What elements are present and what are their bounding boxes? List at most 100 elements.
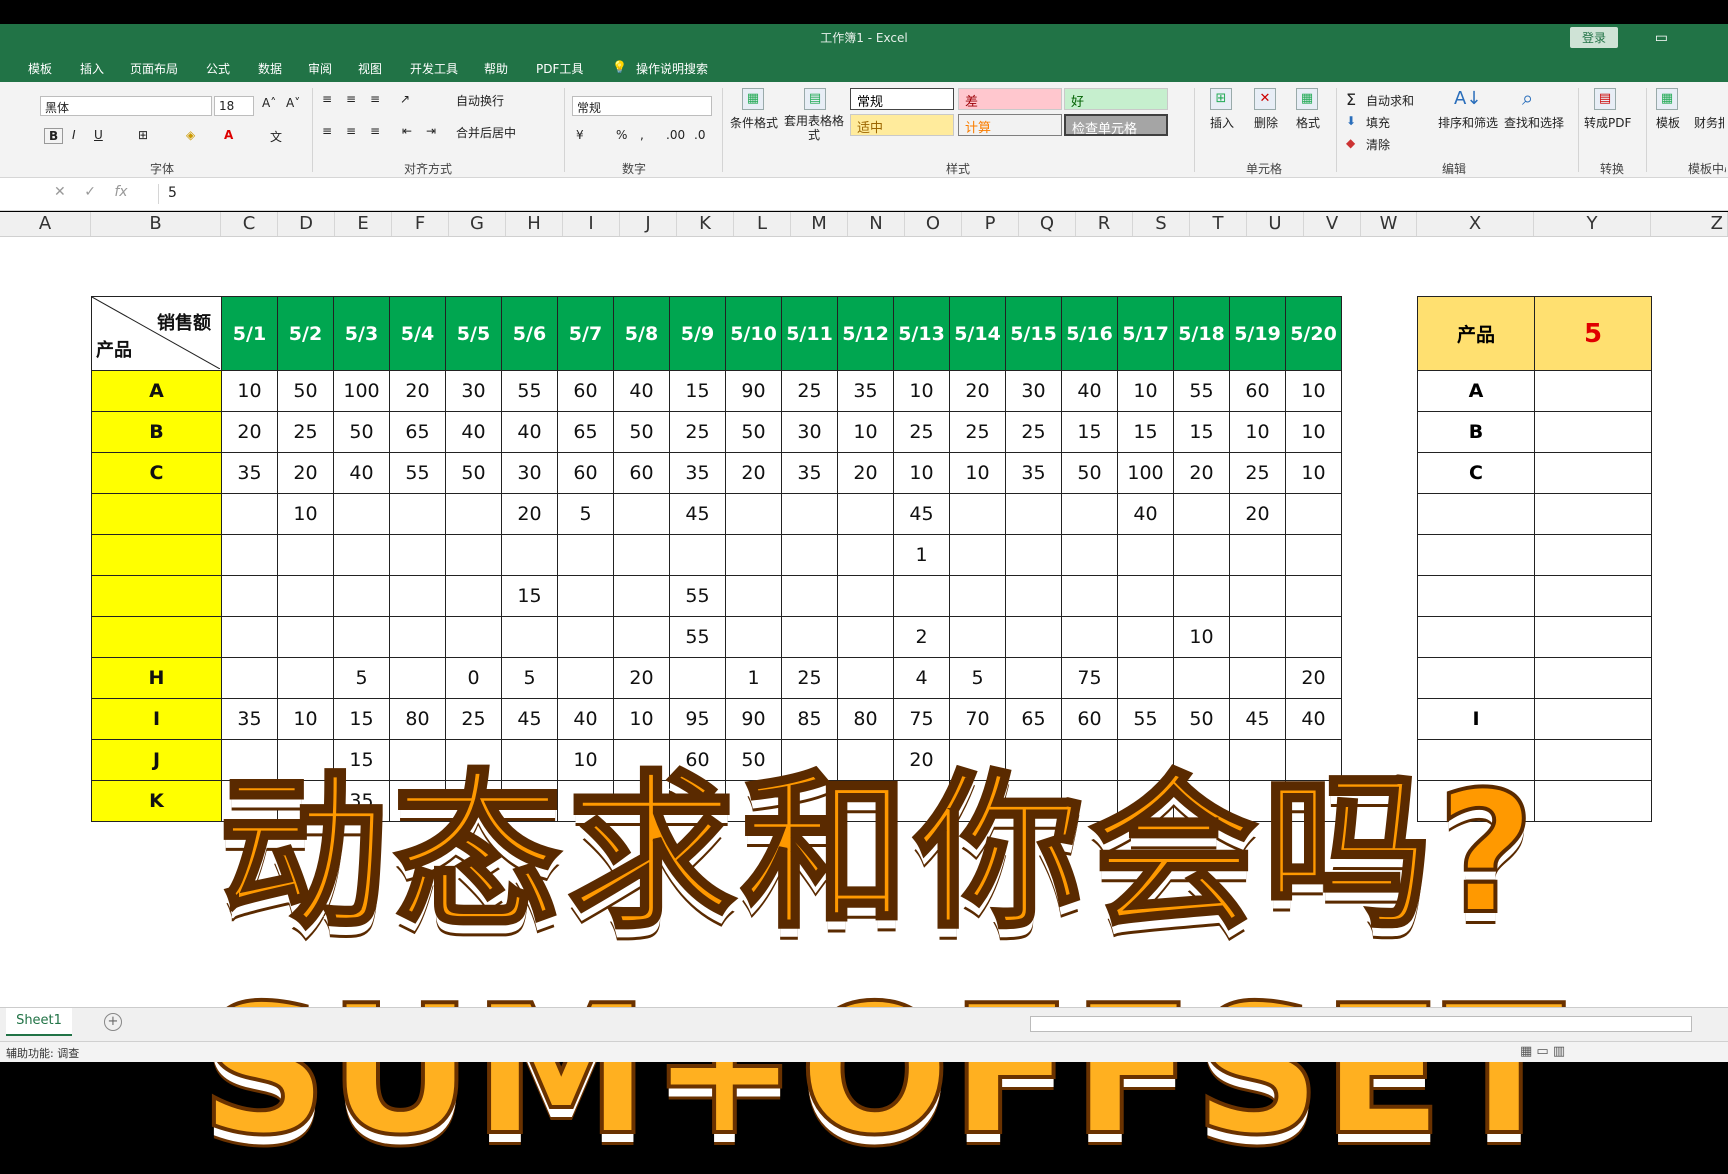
tab-data[interactable]: 数据: [258, 60, 282, 77]
sales-value-cell[interactable]: 10: [1285, 411, 1342, 453]
merge-center-button[interactable]: 合并后居中: [456, 124, 516, 141]
column-header-g[interactable]: G: [449, 212, 506, 236]
column-header-c[interactable]: C: [221, 212, 278, 236]
sales-value-cell[interactable]: [613, 493, 670, 535]
sales-value-cell[interactable]: 60: [1229, 370, 1286, 412]
lookup-product-cell[interactable]: [1417, 657, 1535, 699]
style-good[interactable]: 好: [1064, 88, 1168, 110]
lookup-result-cell[interactable]: [1534, 534, 1652, 576]
align-bottom-icon[interactable]: ≡: [370, 92, 380, 106]
lookup-result-cell[interactable]: [1534, 616, 1652, 658]
sales-value-cell[interactable]: [389, 534, 446, 576]
lookup-result-cell[interactable]: [1534, 370, 1652, 412]
tab-templates[interactable]: 模板: [28, 60, 52, 77]
tab-help[interactable]: 帮助: [484, 60, 508, 77]
sales-value-cell[interactable]: [1229, 657, 1286, 699]
product-label-cell[interactable]: [91, 534, 222, 576]
sales-value-cell[interactable]: 10: [837, 411, 894, 453]
sales-value-cell[interactable]: [333, 616, 390, 658]
sales-value-cell[interactable]: 40: [333, 452, 390, 494]
sales-value-cell[interactable]: [949, 493, 1006, 535]
insert-cells-icon[interactable]: ⊞: [1210, 88, 1232, 110]
format-cells-icon[interactable]: ▦: [1296, 88, 1318, 110]
date-header[interactable]: 5/16: [1061, 296, 1118, 371]
column-header-b[interactable]: B: [91, 212, 221, 236]
currency-icon[interactable]: ¥: [576, 128, 584, 142]
sales-value-cell[interactable]: 55: [669, 616, 726, 658]
increase-decimal-icon[interactable]: .00: [666, 128, 685, 142]
sales-value-cell[interactable]: [221, 657, 278, 699]
tab-developer[interactable]: 开发工具: [410, 60, 458, 77]
lookup-header-product[interactable]: 产品: [1417, 296, 1535, 371]
date-header[interactable]: 5/5: [445, 296, 502, 371]
sales-value-cell[interactable]: 45: [893, 493, 950, 535]
sales-value-cell[interactable]: [837, 575, 894, 617]
sales-value-cell[interactable]: [1005, 534, 1062, 576]
product-label-cell[interactable]: C: [91, 452, 222, 494]
search-icon[interactable]: ⌕: [1522, 86, 1533, 110]
sales-value-cell[interactable]: [1061, 616, 1118, 658]
autosum-icon[interactable]: Σ: [1346, 90, 1356, 109]
style-neutral[interactable]: 适中: [850, 114, 954, 136]
sales-value-cell[interactable]: 35: [837, 370, 894, 412]
sales-value-cell[interactable]: 40: [445, 411, 502, 453]
font-name-select[interactable]: 黑体: [40, 96, 212, 116]
column-header-w[interactable]: W: [1361, 212, 1417, 236]
lookup-result-cell[interactable]: [1534, 575, 1652, 617]
product-label-cell[interactable]: [91, 493, 222, 535]
date-header[interactable]: 5/4: [389, 296, 446, 371]
sales-value-cell[interactable]: 0: [445, 657, 502, 699]
template-icon[interactable]: ▦: [1656, 88, 1678, 110]
sales-value-cell[interactable]: 50: [1061, 452, 1118, 494]
sales-value-cell[interactable]: [221, 575, 278, 617]
sales-value-cell[interactable]: [445, 575, 502, 617]
sales-value-cell[interactable]: [613, 616, 670, 658]
sales-value-cell[interactable]: [1229, 575, 1286, 617]
sales-value-cell[interactable]: 20: [725, 452, 782, 494]
style-normal[interactable]: 常规: [850, 88, 954, 110]
percent-icon[interactable]: %: [616, 128, 627, 142]
table-format-icon[interactable]: ▤: [804, 88, 826, 110]
sales-value-cell[interactable]: [1285, 534, 1342, 576]
date-header[interactable]: 5/11: [781, 296, 838, 371]
product-label-cell[interactable]: B: [91, 411, 222, 453]
sales-value-cell[interactable]: [1173, 657, 1230, 699]
sales-value-cell[interactable]: 100: [1117, 452, 1174, 494]
fill-icon[interactable]: ⬇: [1346, 114, 1356, 128]
sales-value-cell[interactable]: [949, 575, 1006, 617]
add-sheet-icon[interactable]: +: [104, 1013, 122, 1031]
tab-formulas[interactable]: 公式: [206, 60, 230, 77]
sales-value-cell[interactable]: [501, 616, 558, 658]
sales-value-cell[interactable]: 20: [1229, 493, 1286, 535]
delete-cells-icon[interactable]: ✕: [1254, 88, 1276, 110]
sales-value-cell[interactable]: 20: [389, 370, 446, 412]
clear-icon[interactable]: ◆: [1346, 136, 1355, 150]
sales-value-cell[interactable]: 30: [781, 411, 838, 453]
sales-value-cell[interactable]: [389, 657, 446, 699]
border-icon[interactable]: ⊞: [138, 128, 148, 142]
sales-value-cell[interactable]: 2: [893, 616, 950, 658]
sales-value-cell[interactable]: 25: [669, 411, 726, 453]
column-header-l[interactable]: L: [734, 212, 791, 236]
sales-value-cell[interactable]: 5: [501, 657, 558, 699]
lookup-header-value[interactable]: 5: [1534, 296, 1652, 371]
date-header[interactable]: 5/10: [725, 296, 782, 371]
date-header[interactable]: 5/13: [893, 296, 950, 371]
sales-value-cell[interactable]: 5: [333, 657, 390, 699]
align-center-icon[interactable]: ≡: [346, 124, 356, 138]
sales-value-cell[interactable]: [445, 616, 502, 658]
sales-value-cell[interactable]: 55: [1173, 370, 1230, 412]
decrease-decimal-icon[interactable]: .0: [694, 128, 705, 142]
sales-value-cell[interactable]: [501, 534, 558, 576]
sales-value-cell[interactable]: [725, 616, 782, 658]
sales-value-cell[interactable]: 35: [221, 452, 278, 494]
column-header-p[interactable]: P: [962, 212, 1019, 236]
sales-value-cell[interactable]: [389, 575, 446, 617]
column-header-m[interactable]: M: [791, 212, 848, 236]
column-header-u[interactable]: U: [1247, 212, 1304, 236]
sales-value-cell[interactable]: 60: [557, 452, 614, 494]
product-label-cell[interactable]: A: [91, 370, 222, 412]
sales-value-cell[interactable]: [781, 493, 838, 535]
sales-value-cell[interactable]: 20: [277, 452, 334, 494]
sales-value-cell[interactable]: 20: [949, 370, 1006, 412]
